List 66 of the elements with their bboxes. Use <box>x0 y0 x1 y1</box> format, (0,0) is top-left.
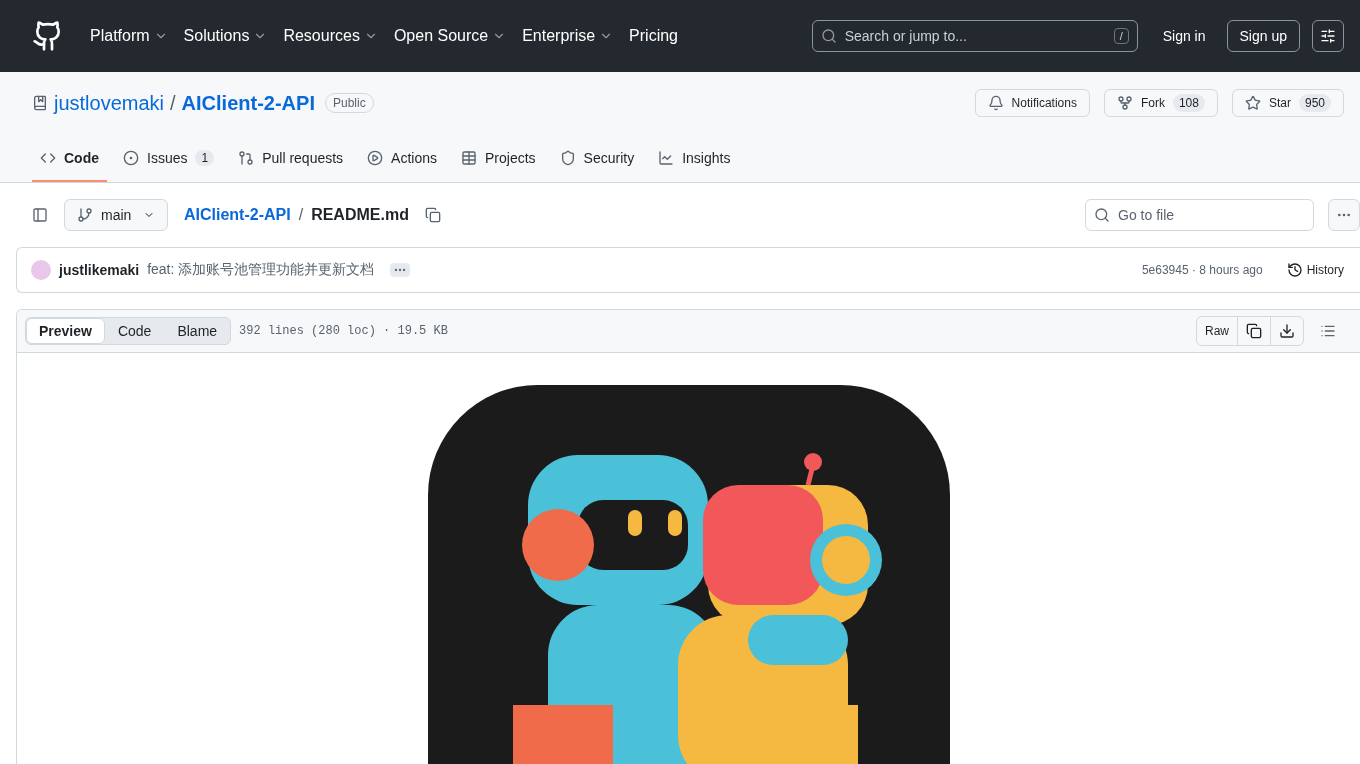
list-icon <box>1320 323 1336 339</box>
counter: 1 <box>195 150 215 166</box>
repo-icon <box>32 95 48 111</box>
go-to-file-field[interactable]: Go to file <box>1085 199 1314 231</box>
expand-message-button[interactable] <box>390 263 411 277</box>
settings-button[interactable] <box>1312 20 1344 52</box>
repo-tab[interactable]: Issues 1 <box>115 136 223 182</box>
nav-menu-item[interactable]: Open Source <box>385 27 515 45</box>
star-button[interactable]: Star 950 <box>1231 89 1344 117</box>
avatar <box>31 260 51 280</box>
nav-menu-item[interactable]: Pricing <box>621 27 686 45</box>
repo-tab[interactable]: Code <box>32 136 107 182</box>
history-link[interactable]: History <box>1286 262 1344 278</box>
repo-tab[interactable]: Projects <box>453 136 544 182</box>
view-tab[interactable]: Blame <box>164 318 231 344</box>
repo-tab[interactable]: Actions <box>359 136 445 182</box>
view-tab[interactable]: Code <box>104 318 165 344</box>
search-field[interactable]: Search or jump to... / <box>811 20 1138 52</box>
file-name[interactable]: README.md <box>311 206 409 224</box>
repo-tab[interactable]: Security <box>551 136 643 182</box>
view-tab[interactable]: Preview <box>26 318 105 344</box>
nav-menu-item[interactable]: Solutions <box>175 27 276 45</box>
commit-author-link[interactable]: justlikemaki <box>59 262 140 278</box>
sliders-icon <box>1320 28 1336 44</box>
pull-request-icon <box>238 150 255 166</box>
branch-icon <box>77 207 93 223</box>
shortcut-key: / <box>1113 28 1129 44</box>
owner-link[interactable]: justlovemaki <box>54 91 165 115</box>
search-icon <box>820 28 837 44</box>
sign-up-button[interactable]: Sign up <box>1226 20 1300 52</box>
nav-menu-item[interactable]: Enterprise <box>514 27 622 45</box>
repo-name-link[interactable]: AIClient-2-API <box>181 91 315 115</box>
nav-menu-item[interactable]: Platform <box>82 27 176 45</box>
notifications-button[interactable]: Notifications <box>974 89 1090 117</box>
download-icon <box>1279 323 1295 339</box>
commit-meta: 5e63945 · 8 hours ago <box>1141 263 1263 277</box>
nav-menu-item[interactable]: Resources <box>275 27 386 45</box>
code-icon <box>40 150 56 166</box>
search-placeholder: Search or jump to... <box>844 28 967 44</box>
play-icon <box>367 150 384 166</box>
bell-icon <box>987 95 1004 111</box>
sign-in-link[interactable]: Sign in <box>1149 20 1219 52</box>
counter: 108 <box>1172 94 1205 112</box>
branch-button[interactable]: main <box>64 199 168 231</box>
commit-message: feat: 添加账号池管理功能并更新文档 <box>147 261 375 279</box>
table-icon <box>461 150 477 166</box>
star-icon <box>1244 95 1261 111</box>
fork-icon <box>1116 95 1133 111</box>
go-to-file-placeholder: Go to file <box>1118 207 1175 223</box>
fork-button[interactable]: Fork 108 <box>1103 89 1218 117</box>
copy-icon <box>1246 323 1262 339</box>
breadcrumb-link[interactable]: AIClient-2-API <box>184 206 291 224</box>
search-icon <box>1094 207 1110 223</box>
history-icon <box>1286 262 1303 278</box>
path-separator: / <box>298 206 304 224</box>
repo-tab[interactable]: Insights <box>650 136 739 182</box>
path-separator: / <box>170 91 176 115</box>
shield-icon <box>559 150 576 166</box>
copy-icon <box>424 207 441 223</box>
circle-dot-icon <box>123 150 139 166</box>
file-info: 392 lines (280 loc) · 19.5 KB <box>239 324 448 338</box>
panel-icon <box>32 207 48 223</box>
raw-button[interactable]: Raw <box>1197 317 1238 345</box>
repo-tab[interactable]: Pull requests <box>230 136 352 182</box>
counter: 950 <box>1298 94 1331 112</box>
graph-icon <box>658 150 675 166</box>
